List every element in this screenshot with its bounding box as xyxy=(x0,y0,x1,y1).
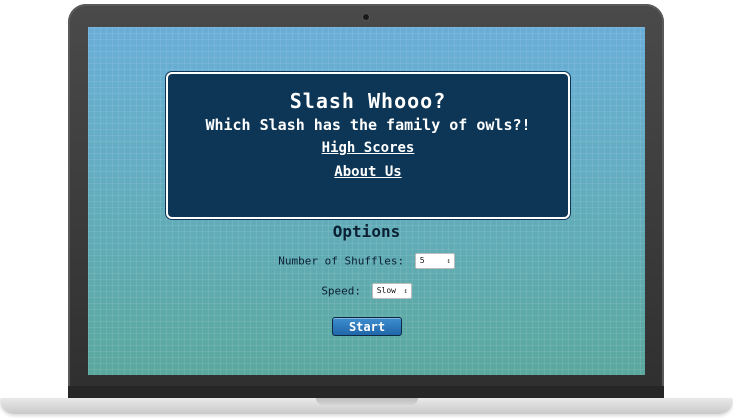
speed-label: Speed: xyxy=(321,284,362,298)
speed-select[interactable]: Slow ↕ xyxy=(371,283,412,299)
page-title: Slash Whooo? xyxy=(289,89,447,113)
page-subtitle: Which Slash has the family of owls?! xyxy=(205,116,531,134)
laptop-notch xyxy=(316,398,418,405)
speed-select-value: Slow xyxy=(376,286,396,295)
camera-icon xyxy=(363,14,369,20)
header-panel: Slash Whooo? Which Slash has the family … xyxy=(166,72,570,219)
shuffles-select[interactable]: 5 ↕ xyxy=(414,253,455,269)
shuffles-label: Number of Shuffles: xyxy=(278,254,405,268)
high-scores-link[interactable]: High Scores xyxy=(168,139,568,157)
updown-arrow-icon: ↕ xyxy=(446,257,451,265)
app-screen: Slash Whooo? Which Slash has the family … xyxy=(88,27,645,375)
speed-option-row: Speed: Slow ↕ xyxy=(88,283,645,299)
updown-arrow-icon: ↕ xyxy=(403,287,408,295)
shuffles-select-value: 5 xyxy=(419,256,425,265)
about-us-link[interactable]: About Us xyxy=(168,163,568,181)
laptop-mockup: Slash Whooo? Which Slash has the family … xyxy=(0,0,733,420)
start-button[interactable]: Start xyxy=(332,317,402,336)
laptop-bezel-bottom xyxy=(68,386,664,398)
options-heading: Options xyxy=(332,222,401,241)
shuffles-option-row: Number of Shuffles: 5 ↕ xyxy=(88,253,645,269)
